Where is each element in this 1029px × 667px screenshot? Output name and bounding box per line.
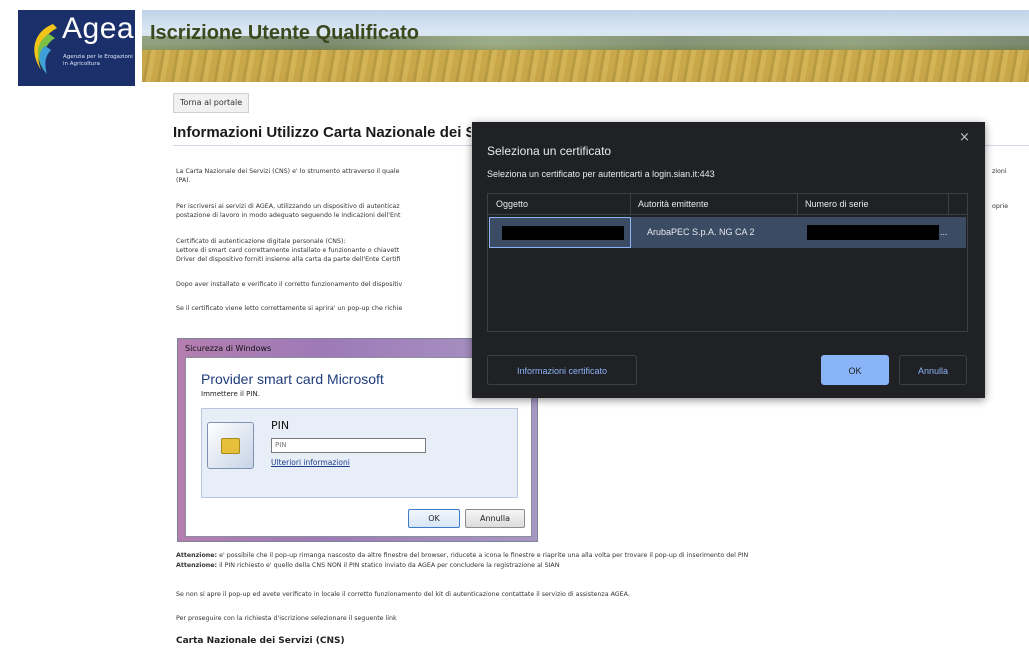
certificate-table-header: Oggetto Autorità emittente Numero di ser… — [488, 194, 967, 215]
dialog-title: Seleziona un certificato — [487, 144, 612, 158]
certificate-row[interactable]: ArubaPEC S.p.A. NG CA 2 ... — [489, 217, 966, 248]
paragraph-line: Lettore di smart card correttamente inst… — [176, 247, 400, 254]
banner-title: Iscrizione Utente Qualificato — [150, 22, 419, 44]
paragraph-line: La Carta Nazionale dei Servizi (CNS) e' … — [176, 168, 400, 175]
cancel-button[interactable]: Annulla — [899, 355, 967, 385]
proceed-text: Per proseguire con la richiesta d'iscriz… — [176, 615, 397, 622]
agea-logo[interactable]: Agea Agenzia per le Erogazioni in Agrico… — [18, 10, 135, 86]
warning-label: Attenzione: — [176, 552, 218, 559]
windows-ok-button: OK — [408, 509, 460, 528]
agea-logo-icon — [34, 24, 57, 74]
logo-subtitle: Agenzia per le Erogazioni in Agricoltura — [63, 54, 133, 67]
serial-ellipsis: ... — [940, 227, 948, 237]
warning-text: e' possibile che il pop-up rimanga nasco… — [219, 552, 749, 559]
paragraph-fragment: zioni — [992, 168, 1007, 175]
windows-cancel-button: Annulla — [465, 509, 525, 528]
banner-field — [142, 50, 1029, 82]
screenshot-root: Agea Agenzia per le Erogazioni in Agrico… — [0, 0, 1029, 667]
support-text: Se non si apre il pop-up ed avete verifi… — [176, 591, 630, 598]
cns-link-heading[interactable]: Carta Nazionale dei Servizi (CNS) — [176, 636, 345, 646]
redacted-subject — [502, 226, 624, 240]
paragraph-line: Driver del dispositivo forniti insieme a… — [176, 256, 401, 263]
warning-line: Attenzione: e' possibile che il pop-up r… — [176, 551, 976, 560]
page-title: Informazioni Utilizzo Carta Nazionale de… — [173, 124, 471, 141]
paragraph-line: Se il certificato viene letto correttame… — [176, 305, 403, 312]
paragraph-line: Certificato di autenticazione digitale p… — [176, 238, 346, 245]
pin-panel: PIN PIN Ulteriori informazioni — [201, 408, 518, 498]
paragraph-line: Dopo aver installato e verificato il cor… — [176, 281, 403, 288]
ok-button[interactable]: OK — [821, 355, 889, 385]
logo-name: Agea — [62, 12, 135, 45]
pin-hint: Immettere il PIN. — [201, 390, 260, 398]
column-subject[interactable]: Oggetto — [496, 199, 528, 209]
paragraph-fragment: oprie — [992, 203, 1009, 210]
redacted-serial — [807, 225, 939, 240]
smart-card-icon — [207, 422, 254, 469]
site-header: Agea Agenzia per le Erogazioni in Agrico… — [0, 0, 1029, 86]
windows-security-title: Sicurezza di Windows — [185, 344, 272, 353]
provider-name: Provider smart card Microsoft — [201, 371, 384, 387]
paragraph-line: Per iscriversi ai servizi di AGEA, utili… — [176, 203, 400, 210]
issuer-cell: ArubaPEC S.p.A. NG CA 2 — [647, 227, 755, 237]
warning-line: Attenzione: il PIN richiesto e' quello d… — [176, 561, 976, 570]
header-banner: Iscrizione Utente Qualificato — [142, 10, 1029, 82]
column-divider — [630, 194, 631, 214]
close-icon[interactable]: × — [959, 130, 970, 145]
column-serial[interactable]: Numero di serie — [805, 199, 869, 209]
pin-label: PIN — [271, 419, 290, 432]
certificate-select-dialog: × Seleziona un certificato Seleziona un … — [472, 122, 985, 398]
warning-text: il PIN richiesto e' quello della CNS NON… — [219, 562, 560, 569]
pin-input: PIN — [271, 438, 426, 453]
warning-label: Attenzione: — [176, 562, 218, 569]
back-to-portal-button[interactable]: Torna al portale — [173, 93, 250, 113]
subject-cell — [489, 217, 631, 248]
column-issuer[interactable]: Autorità emittente — [638, 199, 709, 209]
column-divider — [797, 194, 798, 214]
certificate-info-button[interactable]: Informazioni certificato — [487, 355, 637, 385]
dialog-subtitle: Seleziona un certificato per autenticart… — [487, 169, 715, 179]
certificate-table: Oggetto Autorità emittente Numero di ser… — [487, 193, 968, 332]
paragraph-line: postazione di lavoro in modo adeguato se… — [176, 212, 401, 219]
paragraph-line: (PA). — [176, 177, 191, 184]
column-divider — [948, 194, 949, 214]
more-info-link: Ulteriori informazioni — [271, 458, 350, 467]
